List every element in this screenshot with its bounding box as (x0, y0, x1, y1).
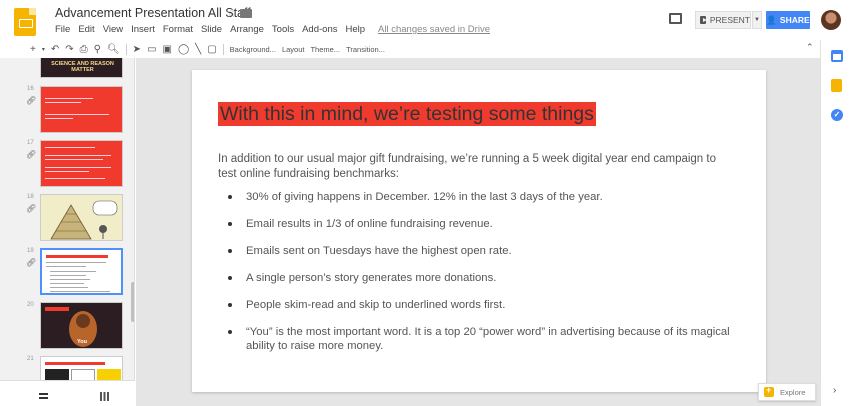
bullet-item[interactable]: People skim-read and skip to underlined … (218, 298, 738, 312)
menu-slide[interactable]: Slide (201, 24, 222, 35)
present-dropdown-button[interactable]: ▼ (752, 11, 762, 29)
slide-title[interactable]: With this in mind, we’re testing some th… (218, 102, 596, 126)
grid-view-icon[interactable] (100, 392, 109, 401)
zoom-icon[interactable]: 🔍︎ (107, 44, 120, 55)
side-panel: ✓ › (820, 40, 854, 406)
menu-bar: File Edit View Insert Format Slide Arran… (55, 24, 490, 35)
transition-button[interactable]: Transition... (346, 45, 385, 54)
bullet-item[interactable]: Emails sent on Tuesdays have the highest… (218, 244, 738, 258)
slide-thumb-19[interactable] (40, 248, 123, 295)
slide-thumb-15[interactable]: SCIENCE AND REASON MATTER (40, 58, 123, 78)
select-icon[interactable]: ➤ (133, 44, 141, 55)
chevron-right-icon[interactable]: › (833, 385, 836, 396)
redo-icon[interactable]: ↷ (65, 44, 73, 55)
slide-number: 21 (27, 356, 34, 362)
print-icon[interactable]: ⎙ (80, 44, 88, 55)
background-button[interactable]: Background... (230, 45, 276, 54)
chevron-down-icon[interactable]: ▾ (42, 46, 45, 53)
bullet-list[interactable]: 30% of giving happens in December. 12% i… (218, 190, 738, 366)
menu-arrange[interactable]: Arrange (230, 24, 264, 35)
folder-icon[interactable] (240, 9, 252, 18)
slide-number: 17 (27, 140, 34, 146)
layout-button[interactable]: Layout (282, 45, 305, 54)
thumb-caption: You (77, 339, 87, 345)
slide-thumb-18[interactable] (40, 194, 123, 241)
filmstrip-footer (0, 380, 135, 406)
menu-edit[interactable]: Edit (78, 24, 94, 35)
slide-thumb-21[interactable] (40, 356, 123, 380)
slide-number: 19 (27, 248, 34, 254)
save-status[interactable]: All changes saved in Drive (378, 24, 490, 35)
theme-button[interactable]: Theme... (310, 45, 340, 54)
bullet-item[interactable]: “You” is the most important word. It is … (218, 325, 738, 353)
play-icon (700, 16, 707, 24)
link-icon: 🔗︎ (26, 96, 37, 105)
slide-filmstrip[interactable]: SCIENCE AND REASON MATTER 16 🔗︎ 17 🔗︎ 18… (0, 58, 135, 380)
comment-icon[interactable] (669, 13, 682, 24)
bullet-item[interactable]: Email results in 1/3 of online fundraisi… (218, 217, 738, 231)
link-icon: 🔗︎ (26, 204, 37, 213)
tasks-icon[interactable]: ✓ (831, 109, 843, 121)
menu-addons[interactable]: Add-ons (302, 24, 337, 35)
slides-logo-icon[interactable] (14, 8, 36, 36)
explore-icon (764, 385, 774, 397)
slide-number: 16 (27, 86, 34, 92)
app-header: Advancement Presentation All Staff ☆ Fil… (0, 0, 854, 40)
comment-add-icon[interactable]: ▢ (207, 44, 216, 55)
collapse-toolbar-icon[interactable]: ⌃ (806, 42, 814, 53)
menu-file[interactable]: File (55, 24, 70, 35)
line-icon[interactable]: ╲ (195, 44, 201, 55)
menu-format[interactable]: Format (163, 24, 193, 35)
paint-format-icon[interactable]: ⚲ (94, 44, 101, 55)
calendar-icon[interactable] (831, 50, 843, 62)
explore-button[interactable]: Explore (758, 383, 816, 401)
textbox-icon[interactable]: ▭ (147, 44, 156, 55)
present-label: PRESENT (709, 15, 750, 25)
explore-label: Explore (780, 387, 806, 397)
thumb-title: SCIENCE AND REASON MATTER (51, 61, 114, 73)
share-label: SHARE (779, 15, 810, 25)
share-person-icon: 👤 (766, 14, 777, 25)
menu-help[interactable]: Help (345, 24, 365, 35)
undo-icon[interactable]: ↶ (51, 44, 59, 55)
toolbar-divider (125, 43, 127, 55)
slide-thumb-17[interactable] (40, 140, 123, 187)
new-slide-icon[interactable]: + (30, 44, 36, 55)
slide-thumb-16[interactable] (40, 86, 123, 133)
slide-intro-text[interactable]: In addition to our usual major gift fund… (218, 152, 728, 182)
slide-thumb-20[interactable]: You (40, 302, 123, 349)
bullet-item[interactable]: 30% of giving happens in December. 12% i… (218, 190, 738, 204)
present-button[interactable]: PRESENT (695, 11, 751, 29)
shape-icon[interactable]: ◯ (178, 44, 189, 55)
image-icon[interactable]: ▣ (163, 44, 172, 55)
menu-view[interactable]: View (103, 24, 123, 35)
keep-icon[interactable] (831, 79, 842, 92)
bullet-item[interactable]: A single person’s story generates more d… (218, 271, 738, 285)
link-icon: 🔗︎ (26, 150, 37, 159)
link-icon: 🔗︎ (26, 258, 37, 267)
slide-number: 18 (27, 194, 34, 200)
star-icon[interactable]: ☆ (226, 6, 237, 20)
list-view-icon[interactable] (39, 393, 48, 399)
filmstrip-scrollbar[interactable] (131, 282, 134, 322)
current-slide[interactable]: With this in mind, we’re testing some th… (192, 70, 766, 392)
document-title[interactable]: Advancement Presentation All Staff (55, 6, 251, 20)
slide-number: 20 (27, 302, 34, 308)
avatar[interactable] (821, 10, 841, 30)
menu-tools[interactable]: Tools (272, 24, 294, 35)
toolbar-divider (222, 43, 224, 55)
toolbar: + ▾ ↶ ↷ ⎙ ⚲ 🔍︎ ➤ ▭ ▣ ◯ ╲ ▢ Background...… (30, 40, 820, 58)
menu-insert[interactable]: Insert (131, 24, 155, 35)
share-button[interactable]: 👤 SHARE (766, 11, 810, 29)
cartoon-image (50, 200, 118, 240)
